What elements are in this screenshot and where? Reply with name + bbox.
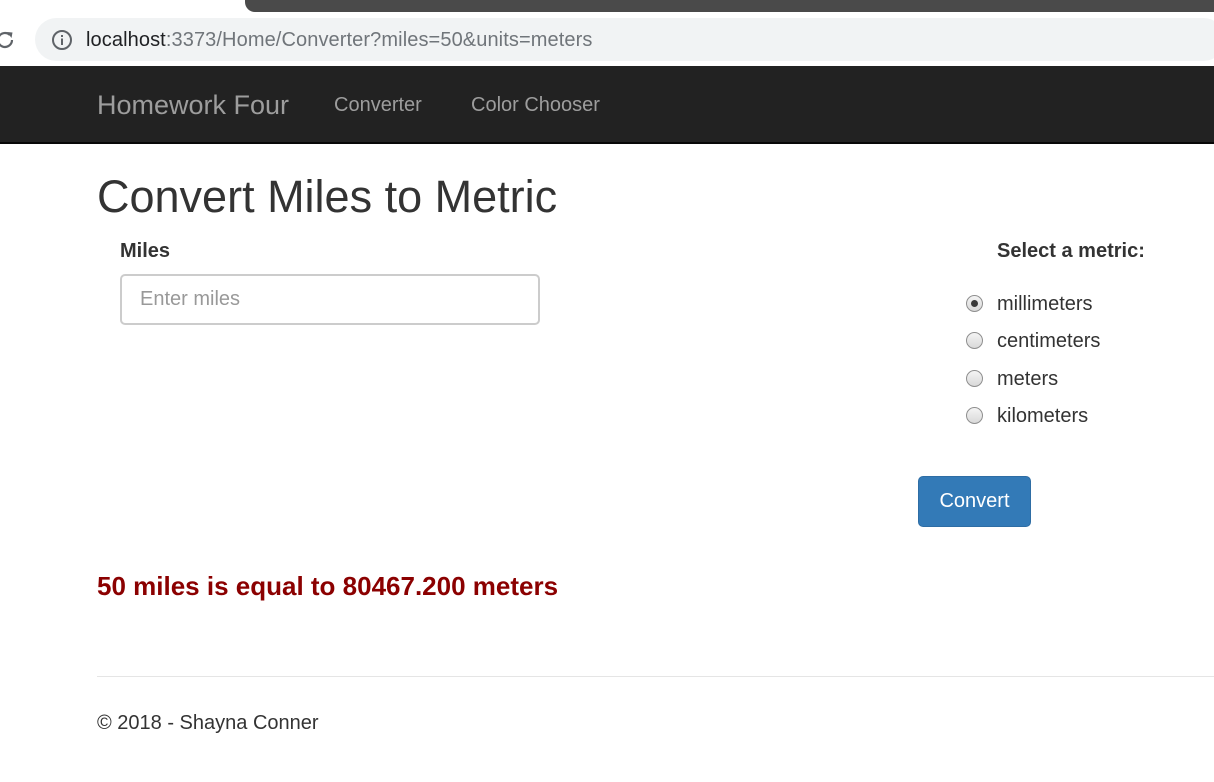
radio-meters[interactable] xyxy=(966,370,983,387)
radio-label-kilometers: kilometers xyxy=(997,405,1089,427)
radio-label-millimeters: millimeters xyxy=(997,293,1093,315)
miles-input[interactable] xyxy=(120,274,540,325)
info-icon[interactable] xyxy=(51,29,73,51)
miles-label: Miles xyxy=(120,240,171,262)
browser-tabstrip xyxy=(245,0,1214,12)
url-host: localhost xyxy=(86,29,166,51)
radio-kilometers[interactable] xyxy=(966,407,983,424)
radio-millimeters[interactable] xyxy=(966,295,983,312)
convert-button[interactable]: Convert xyxy=(918,476,1031,527)
radio-label-centimeters: centimeters xyxy=(997,330,1101,352)
footer-divider xyxy=(97,676,1214,677)
nav-link-color-chooser[interactable]: Color Chooser xyxy=(471,93,600,117)
address-url[interactable]: localhost:3373/Home/Converter?miles=50&u… xyxy=(86,27,592,53)
conversion-result: 50 miles is equal to 80467.200 meters xyxy=(97,571,559,601)
footer-copyright: © 2018 - Shayna Conner xyxy=(97,712,319,734)
radio-label-meters: meters xyxy=(997,368,1059,390)
metric-label: Select a metric: xyxy=(997,240,1145,262)
radio-centimeters[interactable] xyxy=(966,332,983,349)
url-path: :3373/Home/Converter?miles=50&units=mete… xyxy=(165,29,593,51)
page-title: Convert Miles to Metric xyxy=(97,171,558,222)
navbar-brand[interactable]: Homework Four xyxy=(97,88,289,122)
nav-link-converter[interactable]: Converter xyxy=(334,93,422,117)
reload-icon[interactable] xyxy=(0,29,16,51)
